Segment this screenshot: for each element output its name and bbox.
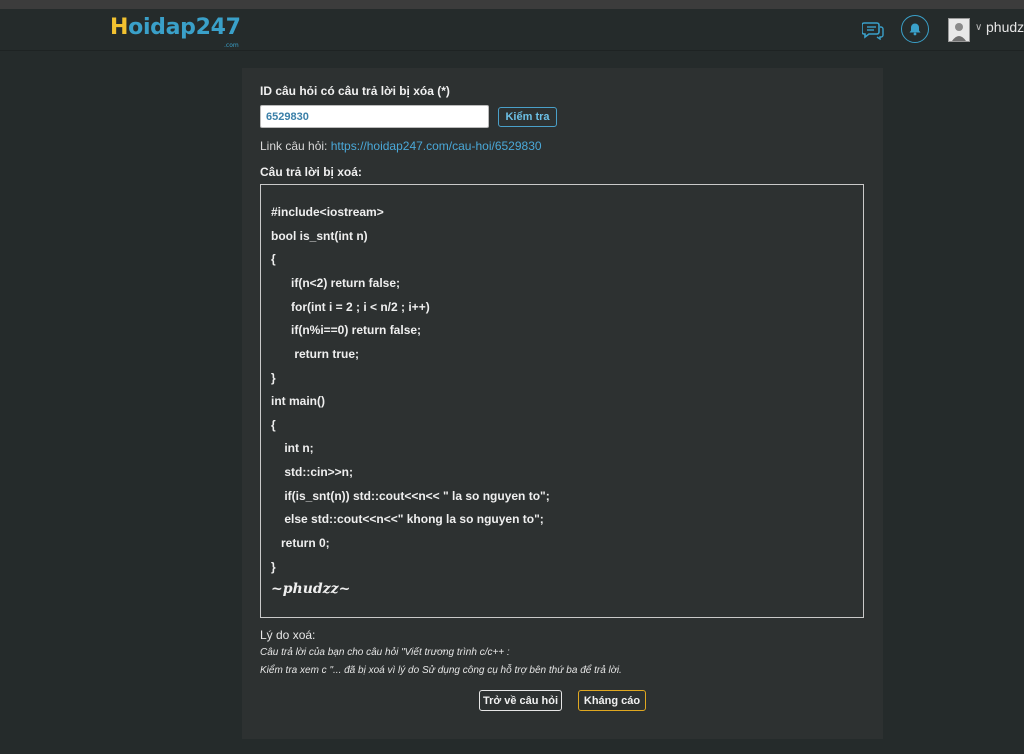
- answer-signature: ~phudzz~: [271, 581, 351, 597]
- code-line: int n;: [271, 441, 314, 455]
- question-link-label: Link câu hỏi:: [260, 139, 331, 153]
- username[interactable]: phudzz: [986, 19, 1024, 35]
- code-line: if(n<2) return false;: [271, 276, 401, 290]
- code-line: else std::cout<<n<<" khong la so nguyen …: [271, 512, 544, 526]
- deletion-reason-line: Câu trả lời của bạn cho câu hỏi "Viết tr…: [260, 647, 510, 658]
- code-line: std::cin>>n;: [271, 465, 354, 479]
- deleted-answer-label: Câu trả lời bị xoá:: [260, 165, 362, 179]
- logo-sub: .com: [224, 42, 239, 49]
- code-line: }: [271, 371, 276, 385]
- code-line: for(int i = 2 ; i < n/2 ; i++): [271, 300, 430, 314]
- code-line: if(n%i==0) return false;: [271, 323, 422, 337]
- browser-top-strip: [0, 0, 1024, 9]
- code-line: {: [271, 418, 276, 432]
- code-line: {: [271, 252, 276, 266]
- deleted-answer-panel: ID câu hỏi có câu trả lời bị xóa (*) Kiể…: [242, 68, 883, 739]
- check-button[interactable]: Kiểm tra: [498, 107, 557, 127]
- code-line: return true;: [271, 347, 360, 361]
- deletion-reason-line: Kiểm tra xem c "... đã bị xoá vì lý do S…: [260, 665, 622, 676]
- code-line: #include<iostream>: [271, 205, 384, 219]
- code-line: bool is_snt(int n): [271, 229, 368, 243]
- question-link-row: Link câu hỏi: https://hoidap247.com/cau-…: [260, 139, 542, 153]
- code-line: }: [271, 560, 276, 574]
- chat-icon[interactable]: [862, 20, 884, 40]
- question-link[interactable]: https://hoidap247.com/cau-hoi/6529830: [331, 139, 542, 153]
- site-logo[interactable]: Hoidap247 .com: [110, 13, 241, 49]
- logo-first-letter: H: [110, 15, 129, 40]
- bell-icon[interactable]: [901, 15, 929, 43]
- code-line: int main(): [271, 394, 325, 408]
- code-line: return 0;: [271, 536, 330, 550]
- deleted-answer-box: #include<iostream> bool is_snt(int n) { …: [260, 184, 864, 618]
- appeal-button[interactable]: Kháng cáo: [578, 690, 646, 711]
- question-id-label: ID câu hỏi có câu trả lời bị xóa (*): [260, 84, 450, 98]
- deletion-reason-label: Lý do xoá:: [260, 628, 316, 642]
- question-id-input[interactable]: [260, 105, 489, 128]
- back-to-question-button[interactable]: Trở về câu hỏi: [479, 690, 562, 711]
- site-header: Hoidap247 .com ∨ phudzz: [0, 9, 1024, 51]
- avatar[interactable]: [948, 18, 970, 42]
- code-line: if(is_snt(n)) std::cout<<n<< " la so ngu…: [271, 489, 550, 503]
- chevron-down-icon[interactable]: ∨: [975, 22, 982, 33]
